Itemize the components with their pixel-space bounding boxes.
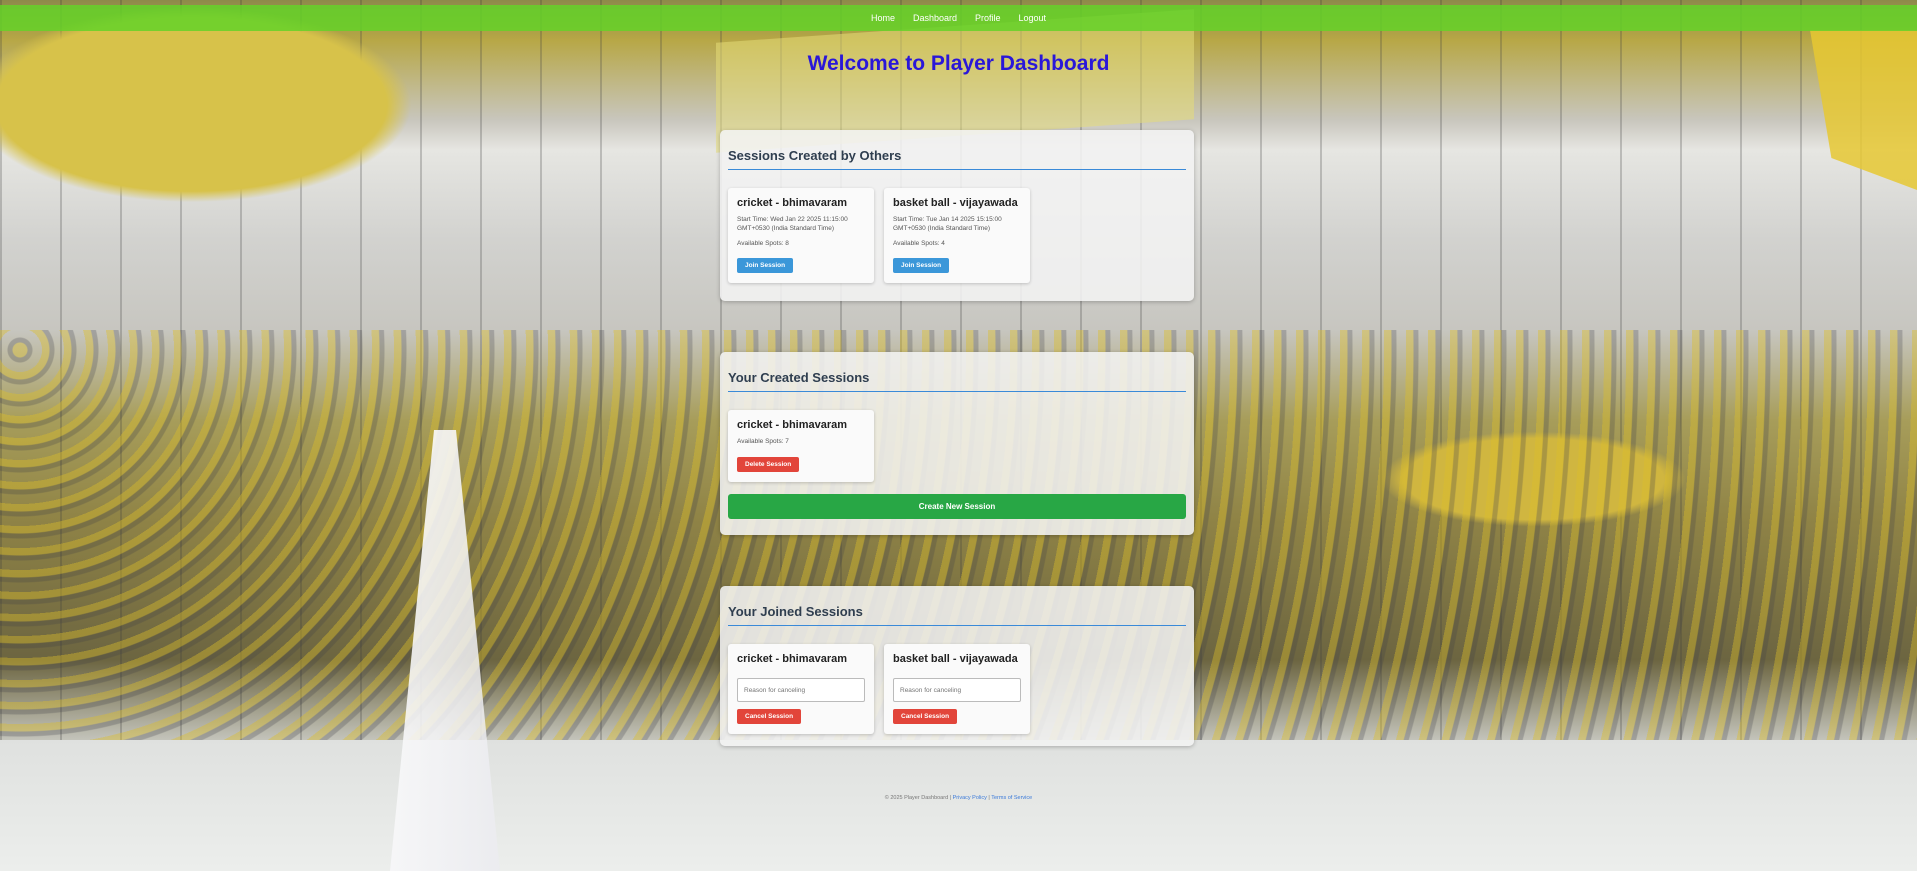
joined-sessions-list: cricket - bhimavaram Cancel Session bask… [728,644,1186,734]
join-session-button[interactable]: Join Session [737,258,794,274]
session-card: basket ball - vijayawada Cancel Session [884,644,1030,734]
nav-profile[interactable]: Profile [975,13,1001,23]
session-start-time: Start Time: Tue Jan 14 2025 15:15:00 GMT… [893,216,1002,232]
cancel-reason-input[interactable] [893,678,1021,702]
create-session-button[interactable]: Create New Session [728,493,1186,519]
page-title: Welcome to Player Dashboard [807,52,1110,75]
stadium-wall [0,740,1917,871]
others-sessions-panel: Sessions Created by Others cricket - bhi… [720,130,1194,301]
nav-logout[interactable]: Logout [1019,13,1047,23]
session-card: cricket - bhimavaram Start Time: Wed Jan… [728,188,874,284]
nav-dashboard[interactable]: Dashboard [913,13,957,23]
session-spots: Available Spots: 4 [893,239,945,247]
others-sessions-list: cricket - bhimavaram Start Time: Wed Jan… [728,188,1186,284]
top-navbar: Home Dashboard Profile Logout [0,5,1917,31]
session-start-time: Start Time: Wed Jan 22 2025 11:15:00 GMT… [737,216,848,232]
cancel-reason-input[interactable] [737,678,865,702]
session-title: cricket - bhimavaram [737,197,848,209]
session-card: cricket - bhimavaram Cancel Session [728,644,874,734]
session-title: cricket - bhimavaram [737,419,848,431]
others-sessions-title: Sessions Created by Others [728,130,1186,170]
joined-sessions-panel: Your Joined Sessions cricket - bhimavara… [720,586,1194,746]
cancel-session-button[interactable]: Cancel Session [737,709,802,724]
session-title: basket ball - vijayawada [893,197,1018,209]
session-spots: Available Spots: 7 [737,438,789,445]
delete-session-button[interactable]: Delete Session [737,456,800,472]
session-spots: Available Spots: 8 [737,239,789,247]
privacy-policy-link[interactable]: Privacy Policy [953,795,987,801]
session-card: cricket - bhimavaram Available Spots: 7 … [728,410,874,482]
nav-home[interactable]: Home [871,13,895,23]
created-sessions-panel: Your Created Sessions cricket - bhimavar… [720,352,1194,535]
created-sessions-title: Your Created Sessions [728,352,1186,392]
cancel-session-button[interactable]: Cancel Session [893,709,958,724]
terms-of-service-link[interactable]: Terms of Service [991,795,1032,801]
footer: © 2025 Player Dashboard | Privacy Policy… [0,795,1917,801]
session-title: basket ball - vijayawada [893,653,1018,665]
footer-copyright: © 2025 Player Dashboard | [884,795,953,801]
session-title: cricket - bhimavaram [737,653,848,665]
session-card: basket ball - vijayawada Start Time: Tue… [884,188,1030,284]
joined-sessions-title: Your Joined Sessions [728,586,1186,626]
created-sessions-list: cricket - bhimavaram Available Spots: 7 … [728,410,1186,482]
join-session-button[interactable]: Join Session [893,258,950,274]
